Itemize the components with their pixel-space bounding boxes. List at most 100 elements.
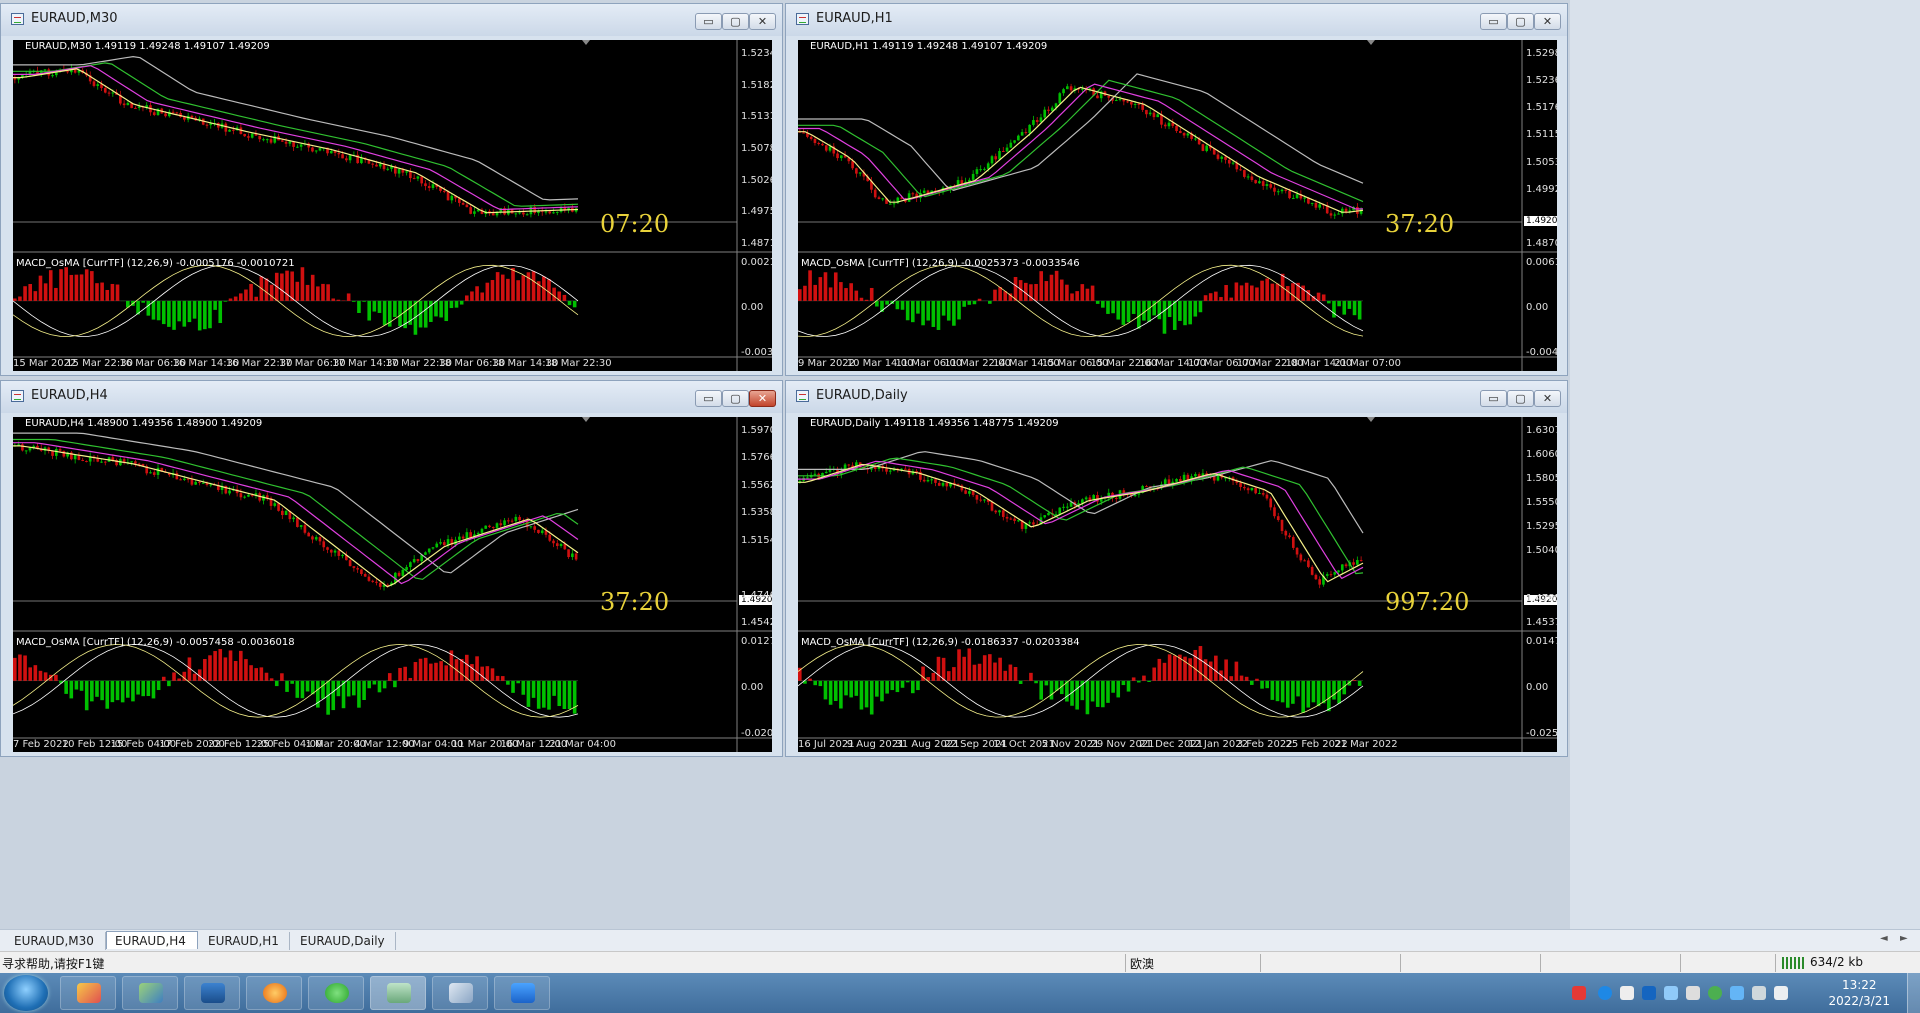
maximize-button[interactable]: ▢ <box>722 13 749 30</box>
chart-shift-marker[interactable] <box>582 40 590 45</box>
macd-bar <box>521 680 526 695</box>
system-clock[interactable]: 13:22 2022/3/21 <box>1828 977 1890 1009</box>
taskbar-notes-app[interactable] <box>432 976 488 1010</box>
tab-euraud-m30[interactable]: EURAUD,M30 <box>6 932 106 950</box>
candle <box>1322 571 1325 587</box>
chart-area[interactable]: EURAUD,H4 1.48900 1.49356 1.48900 1.4920… <box>13 417 772 752</box>
candle <box>525 212 529 216</box>
chart-area[interactable]: EURAUD,M30 1.49119 1.49248 1.49107 1.492… <box>13 40 772 371</box>
macd-bar <box>110 283 115 301</box>
tab-euraud-daily[interactable]: EURAUD,Daily <box>292 932 396 950</box>
close-button[interactable]: ✕ <box>749 390 776 407</box>
network-icon[interactable] <box>1774 986 1788 1000</box>
candle <box>983 498 986 503</box>
candle <box>941 481 945 488</box>
macd-bar <box>1285 680 1290 708</box>
candle <box>559 542 563 548</box>
window-titlebar[interactable]: EURAUD,M30 ▭ ▢ ✕ <box>1 4 782 36</box>
monitor-icon <box>201 983 225 1003</box>
candle <box>220 482 224 495</box>
chart-shift-marker[interactable] <box>582 417 590 422</box>
macd-bar <box>941 300 946 316</box>
minimize-button[interactable]: ▭ <box>695 13 722 30</box>
macd-bar <box>808 270 812 301</box>
taskbar-paint-app[interactable] <box>60 976 116 1010</box>
taskbar-metatrader-app[interactable] <box>370 976 426 1010</box>
usb-icon[interactable] <box>1620 986 1634 1000</box>
price-tick-label: 1.55500 <box>1526 497 1557 508</box>
price-tick-label: 1.52950 <box>1526 521 1557 532</box>
help-icon[interactable] <box>1598 986 1612 1000</box>
chart-area[interactable]: EURAUD,H1 1.49119 1.49248 1.49107 1.4920… <box>798 40 1557 371</box>
close-button[interactable]: ✕ <box>749 13 776 30</box>
taskbar-people-app[interactable] <box>122 976 178 1010</box>
close-button[interactable]: ✕ <box>1534 390 1561 407</box>
chart-window-h1[interactable]: EURAUD,H1 ▭ ▢ ✕ EURAUD,H1 1.49119 1.4924… <box>785 3 1568 376</box>
chart-window-h4[interactable]: EURAUD,H4 ▭ ▢ ✕ EURAUD,H4 1.48900 1.4935… <box>0 380 783 757</box>
chart-window-m30[interactable]: EURAUD,M30 ▭ ▢ ✕ EURAUD,M30 1.49119 1.49… <box>0 3 783 376</box>
candle <box>484 525 488 529</box>
macd-bar <box>1327 680 1331 712</box>
minimize-button[interactable]: ▭ <box>695 390 722 407</box>
candle <box>1160 110 1163 129</box>
candle <box>145 102 149 110</box>
chart-window-daily[interactable]: EURAUD,Daily ▭ ▢ ✕ EURAUD,Daily 1.49118 … <box>785 380 1568 757</box>
tab-scroll-right-icon[interactable]: ► <box>1900 933 1908 944</box>
macd-bar <box>228 298 233 301</box>
minimize-button[interactable]: ▭ <box>1480 13 1507 30</box>
macd-bar <box>1311 680 1316 703</box>
candle <box>1307 557 1310 569</box>
macd-bar <box>1013 276 1018 301</box>
tab-scroll-left-icon[interactable]: ◄ <box>1880 933 1888 944</box>
tab-euraud-h1[interactable]: EURAUD,H1 <box>200 932 290 950</box>
macd-bar <box>1234 661 1239 681</box>
macd-bar <box>998 287 1002 301</box>
maximize-button[interactable]: ▢ <box>1507 390 1534 407</box>
window-titlebar[interactable]: EURAUD,H4 ▭ ▢ ✕ <box>1 381 782 413</box>
candle <box>1152 111 1156 120</box>
date-axis-label: 21 Mar 2022 <box>1334 739 1398 750</box>
macd-bar <box>572 300 577 308</box>
maximize-button[interactable]: ▢ <box>1507 13 1534 30</box>
candle <box>907 467 911 478</box>
moving-average-line <box>13 55 579 201</box>
wechat-tray-icon[interactable] <box>1708 986 1722 1000</box>
window-titlebar[interactable]: EURAUD,Daily ▭ ▢ ✕ <box>786 381 1567 413</box>
chart-area[interactable]: EURAUD,Daily 1.49118 1.49356 1.48775 1.4… <box>798 417 1557 752</box>
candle <box>1254 179 1257 184</box>
taskbar-orange-app[interactable] <box>246 976 302 1010</box>
candle <box>1062 87 1065 96</box>
volume-icon[interactable] <box>1686 986 1700 1000</box>
candle <box>296 517 299 528</box>
taskbar-chat-app[interactable] <box>494 976 550 1010</box>
macd-bar <box>23 655 27 681</box>
moving-average-line <box>13 432 579 574</box>
macd-bar <box>239 293 243 301</box>
flag-icon[interactable] <box>1752 986 1766 1000</box>
candle <box>1009 516 1013 521</box>
candle <box>416 175 420 182</box>
taskbar-wechat-app[interactable] <box>308 976 364 1010</box>
tray-app-icon[interactable] <box>1730 986 1744 1000</box>
start-button[interactable] <box>4 975 48 1011</box>
candle <box>269 496 273 510</box>
chart-shift-marker[interactable] <box>1367 40 1375 45</box>
sogou-ime-icon[interactable] <box>1572 986 1586 1000</box>
macd-bar <box>161 676 166 681</box>
shield-icon[interactable] <box>1664 986 1678 1000</box>
chart-shift-marker[interactable] <box>1367 417 1375 422</box>
window-titlebar[interactable]: EURAUD,H1 ▭ ▢ ✕ <box>786 4 1567 36</box>
maximize-button[interactable]: ▢ <box>722 390 749 407</box>
show-desktop-button[interactable] <box>1907 973 1920 1013</box>
candle <box>333 150 337 157</box>
minimize-button[interactable]: ▭ <box>1480 390 1507 407</box>
tray-blue-icon[interactable] <box>1642 986 1656 1000</box>
macd-bar <box>146 300 151 316</box>
macd-bar <box>336 299 341 301</box>
taskbar-desktop-app[interactable] <box>184 976 240 1010</box>
macd-tick-label: 0.00 <box>1526 682 1549 693</box>
tab-euraud-h4[interactable]: EURAUD,H4 <box>106 931 198 949</box>
candle <box>1178 127 1182 134</box>
close-button[interactable]: ✕ <box>1534 13 1561 30</box>
macd-bar <box>547 680 551 710</box>
